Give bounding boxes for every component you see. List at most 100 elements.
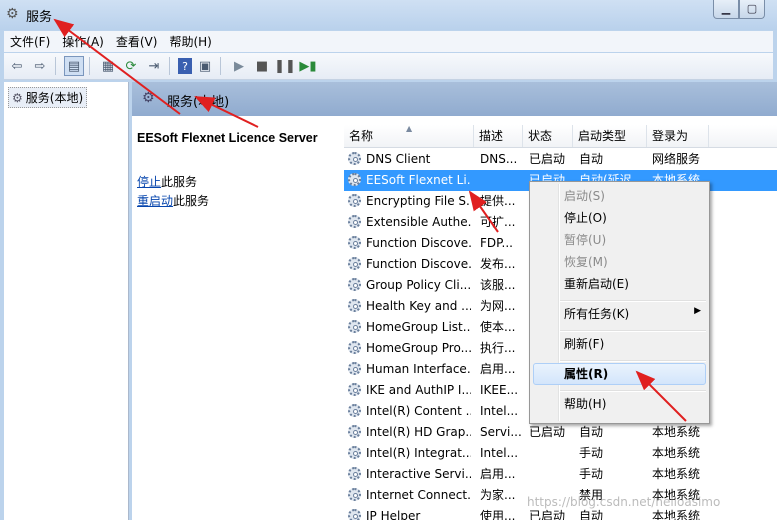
service-gear-icon bbox=[348, 236, 361, 249]
restart-service-action: 重启动此服务 bbox=[137, 192, 209, 209]
menu-properties[interactable]: 属性(R) bbox=[564, 364, 608, 384]
menu-pause[interactable]: 暂停(U) bbox=[564, 230, 606, 250]
pause-icon[interactable]: ❚❚ bbox=[274, 56, 296, 76]
service-name: EESoft Flexnet Li... bbox=[366, 173, 471, 187]
console-tree: ⚙ 服务(本地) bbox=[4, 82, 129, 520]
export-list-icon[interactable]: ▦ bbox=[98, 56, 118, 76]
stop-icon[interactable]: ■ bbox=[252, 56, 272, 76]
service-gear-icon bbox=[348, 362, 361, 375]
column-description[interactable]: 描述 bbox=[474, 125, 523, 147]
service-gear-icon bbox=[348, 278, 361, 291]
table-row[interactable]: Interactive Servi... 启用... 手动 本地系统 bbox=[344, 464, 777, 485]
toolbar-separator bbox=[220, 57, 221, 75]
service-name: IP Helper bbox=[366, 509, 421, 520]
service-status bbox=[529, 464, 577, 485]
menu-help[interactable]: 帮助(H) bbox=[163, 33, 217, 50]
tree-node-services-local[interactable]: ⚙ 服务(本地) bbox=[8, 87, 88, 108]
service-status: 已启动 bbox=[529, 425, 566, 439]
service-description: 启用... bbox=[480, 362, 516, 376]
service-gear-icon bbox=[348, 152, 361, 165]
services-gear-icon: ⚙ bbox=[12, 90, 23, 105]
service-name: Function Discove... bbox=[366, 236, 471, 250]
refresh-icon[interactable]: ⟳ bbox=[121, 56, 141, 76]
service-name: Extensible Authe... bbox=[366, 215, 471, 229]
service-description: FDP... bbox=[480, 236, 513, 250]
service-name: Interactive Servi... bbox=[366, 467, 471, 481]
main-header: ⚙ 服务(本地) bbox=[132, 82, 777, 116]
restart-icon[interactable]: ▶▮ bbox=[298, 56, 318, 76]
service-gear-icon bbox=[348, 299, 361, 312]
service-name: IKE and AuthIP I... bbox=[366, 383, 471, 397]
service-name: Internet Connect... bbox=[366, 488, 471, 502]
window-controls: ▁ ▢ bbox=[713, 0, 765, 19]
table-row[interactable]: Intel(R) HD Grap... Servi... 已启动 自动 本地系统 bbox=[344, 422, 777, 443]
service-gear-icon bbox=[348, 215, 361, 228]
service-description: 可扩... bbox=[480, 215, 516, 229]
menu-help[interactable]: 帮助(H) bbox=[564, 394, 606, 414]
column-name[interactable]: 名称 ▲ bbox=[344, 124, 474, 147]
restart-service-link[interactable]: 重启动 bbox=[137, 194, 173, 208]
service-startup-type: 手动 bbox=[579, 446, 604, 460]
service-gear-icon bbox=[348, 509, 361, 520]
menu-start[interactable]: 启动(S) bbox=[564, 186, 605, 206]
service-description: DNS... bbox=[480, 152, 518, 166]
export-icon[interactable]: ⇥ bbox=[144, 56, 164, 76]
column-logon-as[interactable]: 登录为 bbox=[647, 125, 709, 147]
service-name: DNS Client bbox=[366, 152, 431, 166]
service-gear-icon bbox=[348, 446, 361, 459]
services-gear-icon: ⚙ bbox=[6, 6, 19, 22]
column-startup-type[interactable]: 启动类型 bbox=[573, 125, 647, 147]
stop-service-link[interactable]: 停止 bbox=[137, 175, 161, 189]
service-name: Intel(R) Content ... bbox=[366, 404, 471, 418]
menu-restart[interactable]: 重新启动(E) bbox=[564, 274, 629, 294]
menu-separator bbox=[560, 330, 706, 332]
service-startup-type: 自动 bbox=[579, 152, 604, 166]
service-gear-icon bbox=[348, 383, 361, 396]
selected-service-name: EESoft Flexnet Licence Server bbox=[137, 131, 318, 145]
console-tree-icon[interactable]: ▤ bbox=[64, 56, 84, 76]
toolbar-separator bbox=[169, 57, 170, 75]
service-logon-as: 本地系统 bbox=[652, 446, 701, 460]
service-name: Encrypting File S... bbox=[366, 194, 471, 208]
service-description: 为网... bbox=[480, 299, 516, 313]
column-headers: 名称 ▲ 描述 状态 启动类型 登录为 bbox=[344, 124, 777, 148]
minimize-button[interactable]: ▁ bbox=[713, 0, 739, 19]
service-name: Function Discove... bbox=[366, 257, 471, 271]
back-icon[interactable]: ⇦ bbox=[7, 56, 27, 76]
service-gear-icon bbox=[348, 257, 361, 270]
context-menu: 启动(S) 停止(O) 暂停(U) 恢复(M) 重新启动(E) 所有任务(K) … bbox=[529, 181, 710, 424]
forward-icon[interactable]: ⇨ bbox=[30, 56, 50, 76]
service-description: IKEE... bbox=[480, 383, 519, 397]
menu-separator bbox=[560, 360, 706, 362]
service-description: 执行... bbox=[480, 341, 516, 355]
service-gear-icon bbox=[348, 194, 361, 207]
table-row[interactable]: DNS Client DNS... 已启动 自动 网络服务 bbox=[344, 149, 777, 170]
menu-bar: 文件(F) 操作(A) 查看(V) 帮助(H) bbox=[4, 31, 773, 52]
service-name: Health Key and ... bbox=[366, 299, 471, 313]
menu-stop[interactable]: 停止(O) bbox=[564, 208, 607, 228]
action-pane-icon[interactable]: ▣ bbox=[195, 56, 215, 76]
menu-refresh[interactable]: 刷新(F) bbox=[564, 334, 604, 354]
service-description: 为家... bbox=[480, 488, 516, 502]
service-description bbox=[480, 170, 524, 191]
service-logon-as: 本地系统 bbox=[652, 467, 701, 481]
maximize-button[interactable]: ▢ bbox=[739, 0, 765, 19]
menu-view[interactable]: 查看(V) bbox=[110, 33, 164, 50]
menu-resume[interactable]: 恢复(M) bbox=[564, 252, 608, 272]
stop-service-action: 停止此服务 bbox=[137, 173, 197, 190]
column-status[interactable]: 状态 bbox=[523, 125, 573, 147]
help-icon[interactable]: ? bbox=[178, 58, 192, 74]
services-gear-icon: ⚙ bbox=[142, 90, 155, 106]
menu-file[interactable]: 文件(F) bbox=[4, 33, 56, 50]
service-gear-icon bbox=[348, 467, 361, 480]
menu-all-tasks[interactable]: 所有任务(K) bbox=[564, 304, 629, 324]
action-suffix: 此服务 bbox=[161, 175, 198, 189]
table-row[interactable]: Intel(R) Integrat... Intel... 手动 本地系统 bbox=[344, 443, 777, 464]
service-name: Intel(R) HD Grap... bbox=[366, 425, 471, 439]
service-gear-icon bbox=[348, 425, 361, 438]
start-icon[interactable]: ▶ bbox=[229, 56, 249, 76]
menu-action[interactable]: 操作(A) bbox=[56, 33, 110, 50]
service-name: Human Interface... bbox=[366, 362, 471, 376]
service-startup-type: 手动 bbox=[579, 467, 604, 481]
service-description: 该服... bbox=[480, 278, 516, 292]
